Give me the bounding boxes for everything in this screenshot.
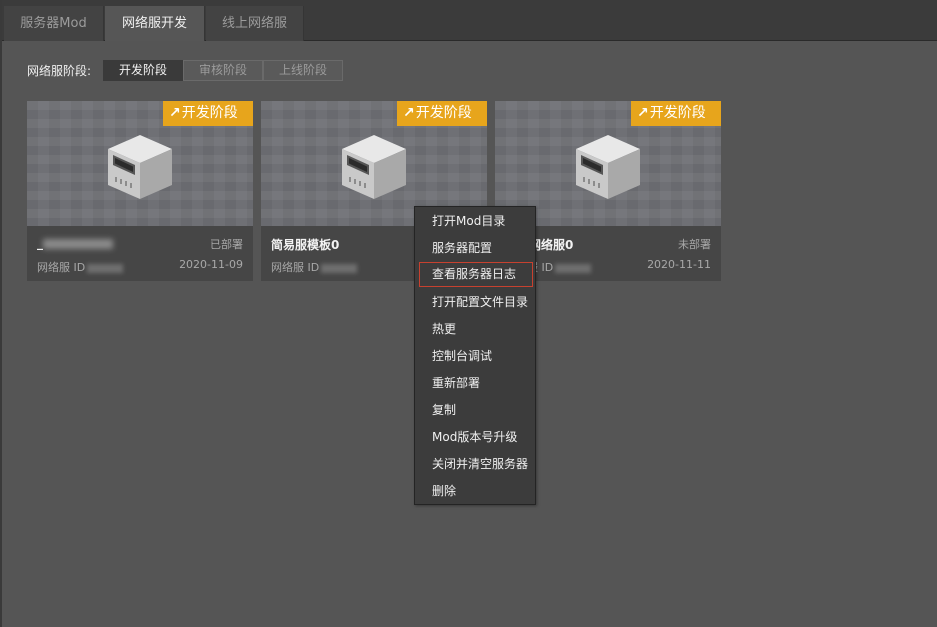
menu-item-mod-version-upgrade[interactable]: Mod版本号升级 (419, 425, 533, 450)
menu-item-open-mod-dir[interactable]: 打开Mod目录 (419, 209, 533, 234)
menu-item-view-server-log[interactable]: 查看服务器日志 (419, 262, 533, 287)
card-status: 已部署 (210, 238, 243, 251)
card-name: 简易服模板0 (271, 238, 340, 252)
arrow-up-right-icon: ↗ (637, 105, 649, 121)
server-card[interactable]: ↗开发阶段 _ 已部署 网络服 ID 2020-11-09 (27, 101, 253, 281)
stage-option-review[interactable]: 审核阶段 (183, 60, 263, 81)
arrow-up-right-icon: ↗ (169, 105, 181, 121)
stage-filter-label: 网络服阶段: (27, 64, 92, 78)
card-name: _ (37, 236, 113, 250)
stage-badge: ↗开发阶段 (397, 101, 487, 126)
tab-network-server-dev[interactable]: 网络服开发 (105, 6, 205, 41)
context-menu: 打开Mod目录 服务器配置 查看服务器日志 打开配置文件目录 热更 控制台调试 … (414, 206, 536, 505)
stage-badge: ↗开发阶段 (631, 101, 721, 126)
app-window: 服务器Mod 网络服开发 线上网络服 网络服阶段: 开发阶段 审核阶段 上线阶段 (0, 0, 937, 627)
menu-item-delete[interactable]: 删除 (419, 479, 533, 504)
menu-item-copy[interactable]: 复制 (419, 398, 533, 423)
menu-item-open-config-dir[interactable]: 打开配置文件目录 (419, 290, 533, 315)
card-status: 未部署 (678, 238, 711, 251)
tab-bar: 服务器Mod 网络服开发 线上网络服 (2, 0, 937, 41)
server-icon (336, 127, 412, 207)
tab-server-mod[interactable]: 服务器Mod (4, 6, 104, 41)
menu-item-redeploy[interactable]: 重新部署 (419, 371, 533, 396)
menu-item-hot-update[interactable]: 热更 (419, 317, 533, 342)
tab-online-network-server[interactable]: 线上网络服 (206, 6, 304, 41)
menu-item-close-clear-server[interactable]: 关闭并清空服务器 (419, 452, 533, 477)
menu-item-server-config[interactable]: 服务器配置 (419, 236, 533, 261)
stage-option-online[interactable]: 上线阶段 (263, 60, 343, 81)
stage-badge: ↗开发阶段 (163, 101, 253, 126)
card-date: 2020-11-11 (647, 258, 711, 271)
stage-option-dev[interactable]: 开发阶段 (103, 60, 183, 81)
card-id: 网络服 ID (37, 259, 124, 275)
card-thumbnail: ↗开发阶段 (27, 101, 253, 226)
arrow-up-right-icon: ↗ (403, 105, 415, 121)
server-icon (102, 127, 178, 207)
server-icon (570, 127, 646, 207)
card-date: 2020-11-09 (179, 258, 243, 271)
menu-item-console-debug[interactable]: 控制台调试 (419, 344, 533, 369)
card-id: 网络服 ID (271, 259, 358, 275)
